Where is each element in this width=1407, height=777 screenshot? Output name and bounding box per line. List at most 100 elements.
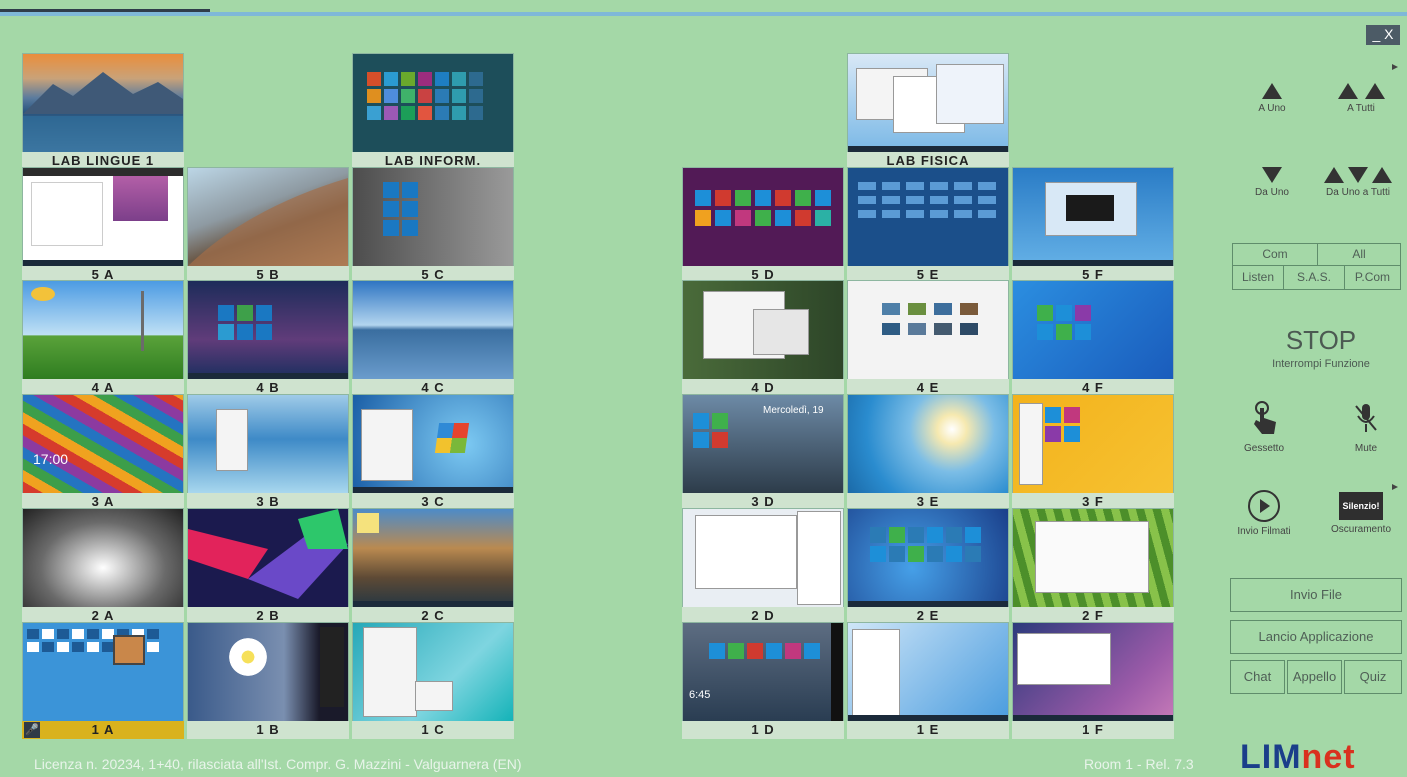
student-tile-2d[interactable]: 2 D xyxy=(682,508,844,625)
student-tile-3f[interactable]: 3 F xyxy=(1012,394,1174,511)
listen-button[interactable]: Listen xyxy=(1232,265,1284,290)
screen-thumbnail xyxy=(187,508,349,608)
tile-label: 1 D xyxy=(682,721,844,739)
screen-thumbnail xyxy=(682,280,844,380)
all-button[interactable]: All xyxy=(1317,243,1401,266)
gessetto-label: Gessetto xyxy=(1243,443,1285,454)
student-tile-5c[interactable]: 5 C xyxy=(352,167,514,284)
title-strip xyxy=(0,12,1407,16)
screen-thumbnail xyxy=(22,53,184,153)
a-tutti-button[interactable]: A Tutti xyxy=(1335,83,1387,114)
expand-arrow-icon[interactable] xyxy=(1392,64,1398,70)
student-tile-4f[interactable]: 4 F xyxy=(1012,280,1174,397)
screen-thumbnail: 6:45 xyxy=(682,622,844,722)
appello-button[interactable]: Appello xyxy=(1287,660,1342,694)
student-tile-1f[interactable]: 1 F xyxy=(1012,622,1174,739)
tile-label: 1 C xyxy=(352,721,514,739)
oscuramento-button[interactable]: Silenzio! Oscuramento xyxy=(1326,492,1396,535)
a-tutti-label: A Tutti xyxy=(1347,103,1375,114)
student-tile-1e[interactable]: 1 E xyxy=(847,622,1009,739)
student-tile-5d[interactable]: 5 D xyxy=(682,167,844,284)
hand-pointer-icon xyxy=(1254,401,1276,434)
invio-file-button[interactable]: Invio File xyxy=(1230,578,1402,612)
stop-button[interactable]: STOP Interrompi Funzione xyxy=(1236,325,1406,370)
quiz-button[interactable]: Quiz xyxy=(1344,660,1402,694)
screen-thumbnail xyxy=(22,280,184,380)
screen-thumbnail xyxy=(352,622,514,722)
chat-button[interactable]: Chat xyxy=(1230,660,1285,694)
screen-thumbnail xyxy=(352,167,514,267)
room-release-text: Room 1 - Rel. 7.3 xyxy=(1084,756,1194,772)
stop-subtitle: Interrompi Funzione xyxy=(1272,358,1370,370)
student-tile-3c[interactable]: 3 C xyxy=(352,394,514,511)
gessetto-button[interactable]: Gessetto xyxy=(1240,400,1288,454)
muted-microphone-icon xyxy=(1355,404,1377,432)
student-tile-4d[interactable]: 4 D xyxy=(682,280,844,397)
student-tile-1c[interactable]: 1 C xyxy=(352,622,514,739)
double-arrow-up-icon xyxy=(1335,83,1387,99)
student-tile-2c[interactable]: 2 C xyxy=(352,508,514,625)
student-tile-2e[interactable]: 2 E xyxy=(847,508,1009,625)
lab-lingue-tile[interactable]: LAB LINGUE 1 xyxy=(22,53,184,170)
screen-thumbnail xyxy=(1012,167,1174,267)
com-button[interactable]: Com xyxy=(1232,243,1318,266)
student-tile-1a[interactable]: 1 A 🎤 xyxy=(22,622,184,739)
screen-thumbnail xyxy=(1012,394,1174,494)
screen-thumbnail xyxy=(352,53,514,153)
student-tile-4a[interactable]: 4 A xyxy=(22,280,184,397)
limnet-logo: LIMnet xyxy=(1240,738,1356,776)
student-tile-4e[interactable]: 4 E xyxy=(847,280,1009,397)
student-tile-1b[interactable]: 1 B xyxy=(187,622,349,739)
arrow-up-icon xyxy=(1262,83,1282,99)
oscuramento-label: Oscuramento xyxy=(1330,524,1392,535)
screen-thumbnail xyxy=(847,53,1009,153)
student-tile-1d[interactable]: 6:45 1 D xyxy=(682,622,844,739)
student-tile-5a[interactable]: 5 A xyxy=(22,167,184,284)
lab-inform-tile[interactable]: LAB INFORM. xyxy=(352,53,514,170)
screen-thumbnail: Mercoledì, 19 xyxy=(682,394,844,494)
screen-thumbnail xyxy=(22,622,184,722)
tile-label: 1 B xyxy=(187,721,349,739)
a-uno-button[interactable]: A Uno xyxy=(1252,83,1292,114)
screen-thumbnail xyxy=(187,280,349,380)
screen-thumbnail xyxy=(682,508,844,608)
screen-thumbnail xyxy=(22,167,184,267)
student-tile-3e[interactable]: 3 E xyxy=(847,394,1009,511)
lab-fisica-tile[interactable]: LAB FISICA xyxy=(847,53,1009,170)
tile-label: 1 A xyxy=(22,721,184,739)
student-tile-4b[interactable]: 4 B xyxy=(187,280,349,397)
da-uno-button[interactable]: Da Uno xyxy=(1248,167,1296,198)
screen-thumbnail xyxy=(847,508,1009,608)
tile-label: 1 F xyxy=(1012,721,1174,739)
screen-thumbnail xyxy=(847,394,1009,494)
student-tile-3d[interactable]: Mercoledì, 19 3 D xyxy=(682,394,844,511)
screen-thumbnail xyxy=(1012,280,1174,380)
window-controls-button[interactable]: _ X xyxy=(1366,25,1400,45)
student-tile-3b[interactable]: 3 B xyxy=(187,394,349,511)
screen-thumbnail xyxy=(1012,622,1174,722)
broadcast-arrows-icon xyxy=(1322,167,1394,183)
student-tile-2b[interactable]: 2 B xyxy=(187,508,349,625)
student-tile-5e[interactable]: 5 E xyxy=(847,167,1009,284)
invio-filmati-label: Invio Filmati xyxy=(1237,526,1291,537)
student-tile-4c[interactable]: 4 C xyxy=(352,280,514,397)
student-tile-3a[interactable]: 17:00 3 A xyxy=(22,394,184,511)
play-icon xyxy=(1248,490,1280,522)
tile-label: 1 E xyxy=(847,721,1009,739)
da-uno-a-tutti-button[interactable]: Da Uno a Tutti xyxy=(1322,167,1394,198)
sas-button[interactable]: S.A.S. xyxy=(1283,265,1345,290)
expand-arrow-icon[interactable] xyxy=(1392,484,1398,490)
screen-thumbnail: 17:00 xyxy=(22,394,184,494)
student-tile-2a[interactable]: 2 A xyxy=(22,508,184,625)
pcom-button[interactable]: P.Com xyxy=(1344,265,1401,290)
lancio-applicazione-button[interactable]: Lancio Applicazione xyxy=(1230,620,1402,654)
invio-filmati-button[interactable]: Invio Filmati xyxy=(1232,490,1296,537)
silenzio-badge: Silenzio! xyxy=(1339,492,1383,520)
student-tile-5f[interactable]: 5 F xyxy=(1012,167,1174,284)
top-bar xyxy=(0,0,1407,16)
student-tile-2f[interactable]: 2 F xyxy=(1012,508,1174,625)
mute-button[interactable]: Mute xyxy=(1342,400,1390,454)
a-uno-label: A Uno xyxy=(1258,103,1286,114)
screen-thumbnail xyxy=(847,167,1009,267)
student-tile-5b[interactable]: 5 B xyxy=(187,167,349,284)
